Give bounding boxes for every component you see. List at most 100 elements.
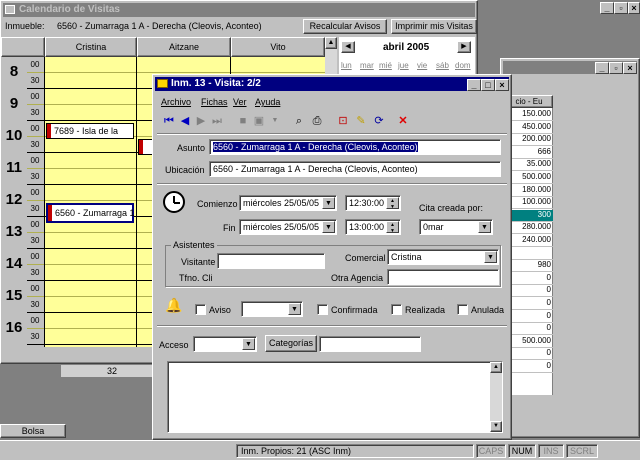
fin-label: Fin [223,223,236,233]
chevron-down-icon[interactable]: ▼ [484,251,497,263]
menu-archivo[interactable]: Archivo [161,97,191,107]
save-icon[interactable]: ▣ [251,113,267,129]
app-close-button[interactable]: × [628,2,640,14]
grid-line [27,72,325,73]
column-header-aitzane[interactable]: Aitzane [137,37,231,57]
new-record-icon[interactable]: ■ [235,113,251,129]
next-month-button[interactable]: ▶ [457,41,471,53]
otra-agencia-field[interactable] [387,269,499,285]
previous-record-icon[interactable]: ◀ [177,113,193,129]
comercial-select[interactable]: Cristina ▼ [387,249,499,265]
status-text: Inm. Propios: 21 (ASC Inm) [236,444,474,458]
lower-row-number: 32 [107,366,118,376]
menu-ver[interactable]: Ver [233,97,247,107]
scroll-up-arrow[interactable]: ▲ [325,37,337,49]
column-header-cristina[interactable]: Cristina [45,37,137,57]
categorias-button[interactable]: Categorías [265,335,317,352]
realizada-checkbox[interactable] [391,304,402,315]
menu-ayuda[interactable]: Ayuda [255,97,280,107]
price-cell[interactable]: 450.000 [505,122,553,134]
price-cell[interactable]: 0 [505,273,553,285]
price-cell[interactable]: 0 [505,311,553,323]
delete-icon[interactable]: ✕ [395,113,411,129]
aviso-select[interactable]: ▼ [241,301,303,317]
anulada-checkbox[interactable] [457,304,468,315]
comienzo-label: Comienzo [197,199,238,209]
spinner-arrows-icon[interactable]: ▲ ▼ [386,221,399,234]
calendar-event[interactable]: 7689 - Isla de la [46,123,134,139]
price-cell[interactable]: 500.000 [505,336,553,348]
tfno-cli-label: Tfno. Cli [179,273,213,283]
hour-label: 15 [5,287,23,304]
price-cell[interactable]: 0 [505,348,553,361]
price-cell[interactable]: 35.000 [505,159,553,172]
price-cell[interactable]: 0 [505,323,553,336]
dialog-maximize-button[interactable]: □ [481,79,495,91]
save-dropdown-icon[interactable]: ▼ [267,113,283,129]
price-cell[interactable]: 300 [505,209,553,222]
separator [157,183,507,185]
recalc-avisos-button[interactable]: Recalcular Avisos [303,19,387,34]
refresh-icon[interactable]: ⟳ [371,113,387,129]
price-cell[interactable]: 200.000 [505,134,553,147]
price-cell[interactable]: 180.000 [505,185,553,197]
price-cell[interactable]: 100.000 [505,197,553,210]
chevron-down-icon[interactable]: ▼ [242,338,255,350]
lower-row: 32 [60,364,160,378]
acceso-select[interactable]: ▼ [193,336,257,352]
app-restore-button[interactable]: ▫ [614,2,628,14]
fin-time-spinner[interactable]: 13:00:00 ▲ ▼ [345,219,401,235]
lock-icon[interactable]: ⊡ [335,113,351,129]
first-record-icon[interactable]: ⏮ [161,113,177,129]
back-close-button[interactable]: × [623,62,637,74]
price-cell[interactable]: 0 [505,298,553,310]
last-record-icon[interactable]: ⏭ [209,113,225,129]
next-record-icon[interactable]: ▶ [193,113,209,129]
printer-icon[interactable]: ⎙ [309,113,325,129]
dialog-minimize-button[interactable]: _ [467,79,481,91]
price-cell[interactable]: 980 [505,260,553,273]
binoculars-icon[interactable]: ⌕ [291,113,307,129]
back-minimize-button[interactable]: _ [595,62,609,74]
cita-creada-select[interactable]: 0mar ▼ [419,219,493,235]
comienzo-time-spinner[interactable]: 12:30:00 ▲ ▼ [345,195,401,211]
price-cell[interactable] [505,248,553,260]
asunto-field[interactable]: 6560 - Zumarraga 1 A - Derecha (Cleovis,… [209,139,501,155]
column-header-vito[interactable]: Vito [231,37,325,57]
scroll-up-arrow[interactable]: ▲ [490,362,502,373]
prev-month-button[interactable]: ◀ [341,41,355,53]
calendar-event-selected[interactable]: 6560 - Zumarraga 1 [46,203,135,223]
ubicacion-field[interactable]: 6560 - Zumarraga 1 A - Derecha (Cleovis,… [209,161,501,177]
back-table-window: _ ▫ × cio - Eu 150.000 450.000 200.000 666 3… [500,58,640,438]
visitante-field[interactable] [217,253,325,269]
fin-date-select[interactable]: miércoles 25/05/05 ▼ [239,219,337,235]
price-cell[interactable]: 240.000 [505,235,553,247]
acceso-label: Acceso [159,340,189,350]
price-cell[interactable]: 150.000 [505,109,553,121]
price-cell[interactable]: 280.000 [505,222,553,235]
dialog-window-icon [157,79,168,88]
price-cell[interactable]: 500.000 [505,172,553,184]
print-visits-button[interactable]: Imprimir mis Visitas [391,19,477,34]
dialog-close-button[interactable]: × [495,79,509,91]
price-cell[interactable]: 0 [505,361,553,373]
confirmada-checkbox[interactable] [317,304,328,315]
chevron-down-icon[interactable]: ▼ [322,221,335,233]
chevron-down-icon[interactable]: ▼ [288,303,301,315]
aviso-checkbox[interactable] [195,304,206,315]
back-restore-button[interactable]: ▫ [609,62,623,74]
price-cell[interactable]: 666 [505,147,553,159]
bolsa-tab[interactable]: Bolsa [0,424,66,438]
menu-fichas[interactable]: Fichas [201,97,228,107]
categorias-field[interactable] [319,336,421,352]
notes-scrollbar[interactable]: ▲ ▼ [490,362,502,432]
chevron-down-icon[interactable]: ▼ [478,221,491,233]
edit-icon[interactable]: ✎ [353,113,369,129]
app-minimize-button[interactable]: _ [600,2,614,14]
scroll-down-arrow[interactable]: ▼ [490,421,502,432]
price-cell[interactable]: 0 [505,285,553,298]
comienzo-date-select[interactable]: miércoles 25/05/05 ▼ [239,195,337,211]
chevron-down-icon[interactable]: ▼ [322,197,335,209]
notes-textarea[interactable]: ▲ ▼ [167,361,503,433]
spinner-arrows-icon[interactable]: ▲ ▼ [386,197,399,210]
